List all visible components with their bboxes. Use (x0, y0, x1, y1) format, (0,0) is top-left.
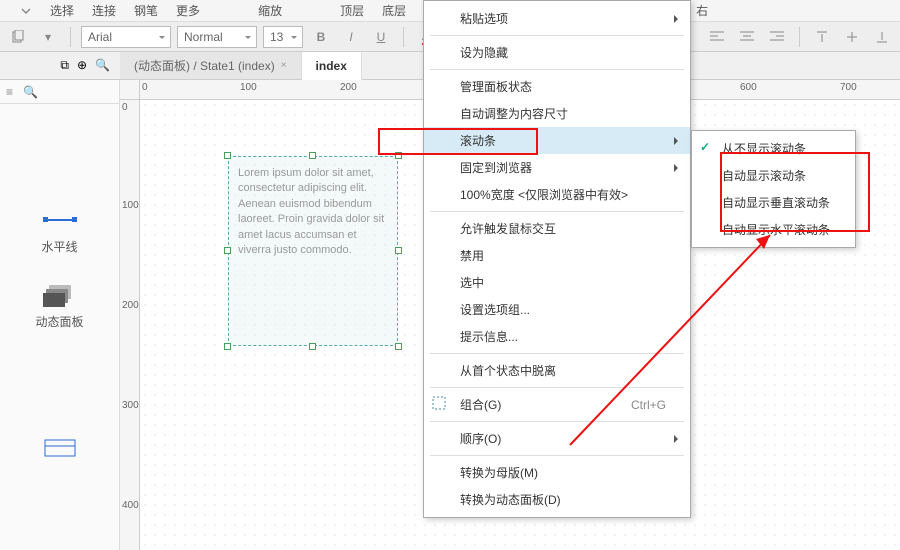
menu-more[interactable]: 更多 (176, 2, 200, 19)
ctx-set-hidden[interactable]: 设为隐藏 (424, 39, 690, 66)
sub-auto-v-scroll[interactable]: 自动显示垂直滚动条 (692, 189, 855, 216)
resize-handle[interactable] (309, 343, 316, 350)
valign-top-button[interactable] (810, 25, 834, 49)
font-family-select[interactable]: Arial (81, 26, 171, 48)
scrollbar-submenu: ✓从不显示滚动条 自动显示滚动条 自动显示垂直滚动条 自动显示水平滚动条 (691, 130, 856, 248)
resize-handle[interactable] (224, 343, 231, 350)
ctx-selected[interactable]: 选中 (424, 269, 690, 296)
underline-button[interactable]: U (369, 25, 393, 49)
selected-widget[interactable]: Lorem ipsum dolor sit amet, consectetur … (228, 156, 398, 346)
new-page-icon[interactable]: ⧉ (60, 58, 69, 73)
ctx-tooltip[interactable]: 提示信息... (424, 323, 690, 350)
sidebar-search-icon[interactable]: 🔍 (23, 85, 38, 99)
ctx-to-dynpanel[interactable]: 转换为动态面板(D) (424, 486, 690, 513)
ctx-break-first[interactable]: 从首个状态中脱离 (424, 357, 690, 384)
ctx-group[interactable]: 组合(G)Ctrl+G (424, 391, 690, 418)
resize-handle[interactable] (395, 247, 402, 254)
widget-library-sidebar: ≡ 🔍 水平线 动态面板 (0, 80, 120, 550)
close-icon[interactable]: × (281, 60, 287, 71)
context-menu: 粘贴选项 设为隐藏 管理面板状态 自动调整为内容尺寸 滚动条 固定到浏览器 10… (423, 0, 691, 518)
dropdown-icon[interactable] (20, 5, 32, 17)
paste-button[interactable]: ▾ (36, 25, 60, 49)
resize-handle[interactable] (395, 152, 402, 159)
menu-align-right[interactable]: 右 (696, 2, 708, 19)
tab-index[interactable]: index (302, 52, 362, 80)
menu-connect[interactable]: 连接 (92, 2, 116, 19)
ctx-disabled[interactable]: 禁用 (424, 242, 690, 269)
check-icon: ✓ (700, 140, 710, 154)
ctx-option-group[interactable]: 设置选项组... (424, 296, 690, 323)
lib-dynamic-panel[interactable]: 动态面板 (0, 269, 119, 344)
ctx-full-width[interactable]: 100%宽度 <仅限浏览器中有效> (424, 181, 690, 208)
ctx-paste-options[interactable]: 粘贴选项 (424, 5, 690, 32)
ruler-corner (120, 80, 140, 100)
align-left-button[interactable] (705, 25, 729, 49)
group-icon (432, 396, 446, 410)
menu-pen[interactable]: 钢笔 (134, 2, 158, 19)
valign-mid-button[interactable] (840, 25, 864, 49)
ctx-pin-browser[interactable]: 固定到浏览器 (424, 154, 690, 181)
valign-bot-button[interactable] (870, 25, 894, 49)
font-size-select[interactable]: 13 (263, 26, 303, 48)
bold-button[interactable]: B (309, 25, 333, 49)
align-center-button[interactable] (735, 25, 759, 49)
align-right-button[interactable] (765, 25, 789, 49)
ctx-to-master[interactable]: 转换为母版(M) (424, 459, 690, 486)
sidebar-menu-icon[interactable]: ≡ (6, 85, 13, 99)
resize-handle[interactable] (395, 343, 402, 350)
menu-zoom[interactable]: 缩放 (258, 2, 282, 19)
copy-button[interactable] (6, 25, 30, 49)
ruler-vertical: 0100200300400 (120, 100, 140, 550)
ctx-manage-states[interactable]: 管理面板状态 (424, 73, 690, 100)
sub-auto-h-scroll[interactable]: 自动显示水平滚动条 (692, 216, 855, 243)
ctx-scrollbars[interactable]: 滚动条 (424, 127, 690, 154)
sub-never-scroll[interactable]: ✓从不显示滚动条 (692, 135, 855, 162)
menu-select[interactable]: 选择 (50, 2, 74, 19)
placeholder-text: Lorem ipsum dolor sit amet, consectetur … (238, 166, 388, 336)
ctx-trigger-mouse[interactable]: 允许触发鼠标交互 (424, 215, 690, 242)
font-style-select[interactable]: Normal (177, 26, 257, 48)
lib-hline[interactable]: 水平线 (0, 194, 119, 269)
search-pages-icon[interactable]: 🔍 (95, 58, 110, 73)
resize-handle[interactable] (224, 247, 231, 254)
resize-handle[interactable] (309, 152, 316, 159)
menu-front[interactable]: 顶层 (340, 2, 364, 19)
ctx-fit-content[interactable]: 自动调整为内容尺寸 (424, 100, 690, 127)
ctx-order[interactable]: 顺序(O) (424, 425, 690, 452)
italic-button[interactable]: I (339, 25, 363, 49)
resize-handle[interactable] (224, 152, 231, 159)
sub-auto-scroll[interactable]: 自动显示滚动条 (692, 162, 855, 189)
menu-back[interactable]: 底层 (382, 2, 406, 19)
add-page-icon[interactable]: ⊕ (77, 58, 87, 73)
tab-state1[interactable]: (动态面板) / State1 (index)× (120, 52, 302, 79)
lib-widget[interactable] (0, 424, 119, 482)
